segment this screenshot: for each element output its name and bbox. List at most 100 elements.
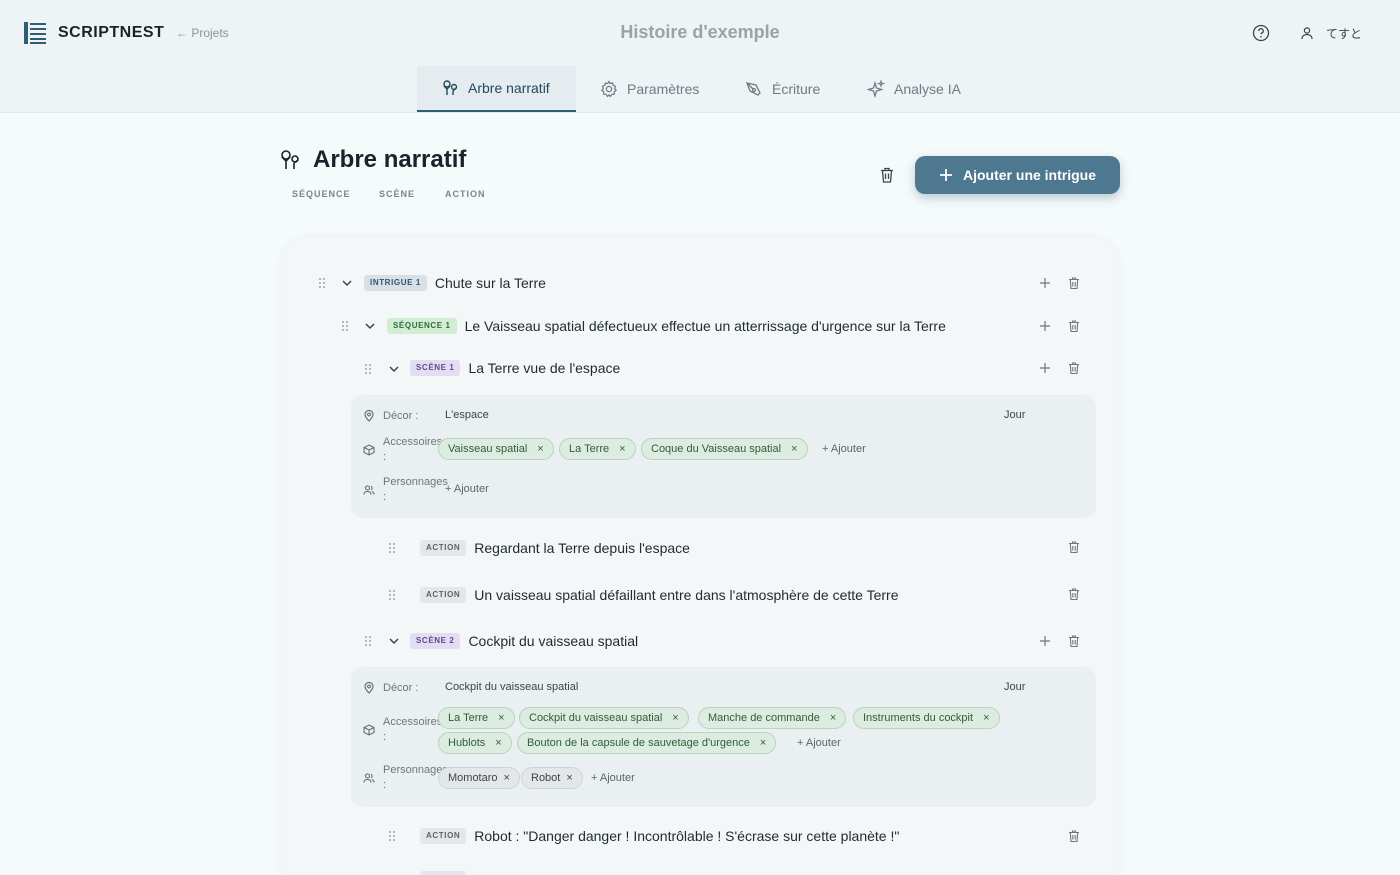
chevron-down-icon[interactable] (341, 277, 353, 289)
drag-handle-icon[interactable] (341, 320, 349, 332)
trash-icon[interactable] (1067, 361, 1081, 375)
chip-label: Instruments du cockpit (863, 712, 974, 724)
trash-icon[interactable] (1067, 829, 1081, 843)
chars-label-colon: : (383, 779, 387, 791)
chevron-down-icon[interactable] (364, 320, 376, 332)
scene-badge: SCÈNE 1 (410, 360, 461, 376)
prop-chip[interactable]: Manche de commande × (698, 707, 847, 729)
chip-label: Coque du Vaisseau spatial (651, 443, 782, 455)
action-text[interactable]: Robot : "Danger danger ! Incontrôlable !… (474, 828, 899, 844)
prop-chip[interactable]: La Terre × (438, 707, 515, 729)
prop-chip[interactable]: Hublots × (438, 732, 512, 754)
action-row[interactable]: ACTION Un vaisseau spatial défaillant en… (420, 580, 898, 610)
chip-label: Momotaro (448, 772, 498, 784)
chevron-down-icon[interactable] (388, 363, 400, 375)
intrigue-row[interactable]: INTRIGUE 1 Chute sur la Terre (364, 268, 546, 298)
pen-icon (745, 82, 761, 96)
prop-chip[interactable]: Cockpit du vaisseau spatial × (519, 707, 689, 729)
action-text[interactable]: Regardant la Terre depuis l'espace (474, 540, 690, 556)
plus-icon[interactable] (1038, 276, 1052, 290)
remove-icon[interactable]: × (537, 443, 543, 455)
action-row[interactable]: ACTION Regardant la Terre depuis l'espac… (420, 533, 690, 563)
tab-ecriture[interactable]: Écriture (721, 66, 844, 112)
trash-icon[interactable] (1067, 587, 1081, 601)
back-to-projects-link[interactable]: ← Projets (176, 26, 229, 40)
trash-icon[interactable] (878, 166, 896, 184)
remove-icon[interactable]: × (498, 712, 504, 724)
drag-handle-icon[interactable] (364, 363, 372, 375)
user-name[interactable]: てすと (1326, 25, 1362, 42)
users-icon (363, 485, 375, 495)
scene-row[interactable]: SCÈNE 1 La Terre vue de l'espace (410, 353, 620, 383)
section-title: Arbre narratif (313, 146, 467, 173)
plus-icon[interactable] (1038, 361, 1052, 375)
subnav-sequence[interactable]: SÉQUENCE (292, 189, 351, 199)
drag-handle-icon[interactable] (318, 277, 326, 289)
tab-label: Arbre narratif (468, 80, 550, 96)
scene-title[interactable]: La Terre vue de l'espace (468, 360, 620, 376)
tab-arbre-narratif[interactable]: Arbre narratif (417, 66, 576, 112)
tab-analyse-ia[interactable]: Analyse IA (843, 66, 985, 112)
remove-icon[interactable]: × (830, 712, 836, 724)
decor-value[interactable]: L'espace (445, 409, 489, 421)
remove-icon[interactable]: × (983, 712, 989, 724)
trash-icon[interactable] (1067, 276, 1081, 290)
drag-handle-icon[interactable] (388, 830, 396, 842)
drag-handle-icon[interactable] (388, 589, 396, 601)
scene-title[interactable]: Cockpit du vaisseau spatial (468, 633, 638, 649)
intrigue-title[interactable]: Chute sur la Terre (435, 275, 546, 291)
chevron-down-icon[interactable] (388, 635, 400, 647)
sequence-title[interactable]: Le Vaisseau spatial défectueux effectue … (465, 318, 946, 334)
time-of-day[interactable]: Jour (1004, 409, 1025, 421)
plus-icon[interactable] (1038, 634, 1052, 648)
trash-icon[interactable] (1067, 634, 1081, 648)
trash-icon[interactable] (1067, 540, 1081, 554)
remove-icon[interactable]: × (672, 712, 678, 724)
add-intrigue-button[interactable]: Ajouter une intrigue (915, 156, 1120, 194)
remove-icon[interactable]: × (504, 772, 510, 784)
character-chip[interactable]: Robot × (521, 767, 583, 789)
help-icon[interactable] (1252, 24, 1270, 42)
props-label-colon: : (383, 731, 387, 743)
subnav-action[interactable]: ACTION (445, 189, 486, 199)
scene-row[interactable]: SCÈNE 2 Cockpit du vaisseau spatial (410, 626, 638, 656)
prop-chip[interactable]: Bouton de la capsule de sauvetage d'urge… (517, 732, 777, 754)
drag-handle-icon[interactable] (364, 635, 372, 647)
chip-label: Bouton de la capsule de sauvetage d'urge… (527, 737, 750, 749)
prop-chip[interactable]: Vaisseau spatial × (438, 438, 554, 460)
action-row[interactable]: ACTION Robot : "Danger danger ! Incontrô… (420, 821, 899, 851)
remove-icon[interactable]: × (495, 737, 501, 749)
user-icon[interactable] (1300, 26, 1314, 40)
action-badge: ACTION (420, 587, 467, 603)
remove-icon[interactable]: × (566, 772, 572, 784)
users-icon (363, 773, 375, 783)
prop-chip[interactable]: Instruments du cockpit × (853, 707, 1000, 729)
time-of-day[interactable]: Jour (1004, 681, 1025, 693)
prop-chip[interactable]: Coque du Vaisseau spatial × (641, 438, 808, 460)
prop-chip[interactable]: La Terre × (559, 438, 636, 460)
trash-icon[interactable] (1067, 319, 1081, 333)
add-prop-link[interactable]: + Ajouter (822, 443, 866, 455)
subnav-scene[interactable]: SCÈNE (379, 189, 415, 199)
tab-label: Paramètres (627, 81, 700, 97)
intrigue-badge: INTRIGUE 1 (364, 275, 427, 291)
character-chip[interactable]: Momotaro × (438, 767, 520, 789)
add-character-link[interactable]: + Ajouter (445, 483, 489, 495)
gear-icon (600, 80, 618, 98)
tab-label: Écriture (772, 81, 821, 97)
drag-handle-icon[interactable] (388, 542, 396, 554)
props-label: Accessoires: (383, 715, 442, 745)
plus-icon[interactable] (1038, 319, 1052, 333)
tab-parametres[interactable]: Paramètres (576, 66, 723, 112)
action-badge: ACTION (420, 540, 467, 556)
remove-icon[interactable]: × (760, 737, 766, 749)
box-icon (363, 444, 375, 456)
remove-icon[interactable]: × (619, 443, 625, 455)
action-text[interactable]: Un vaisseau spatial défaillant entre dan… (474, 587, 898, 603)
sequence-row[interactable]: SÉQUENCE 1 Le Vaisseau spatial défectueu… (387, 311, 946, 341)
characters-label: Personnages: (383, 475, 448, 505)
remove-icon[interactable]: × (791, 443, 797, 455)
add-character-link[interactable]: + Ajouter (591, 772, 635, 784)
add-prop-link[interactable]: + Ajouter (797, 737, 841, 749)
decor-value[interactable]: Cockpit du vaisseau spatial (445, 681, 578, 693)
